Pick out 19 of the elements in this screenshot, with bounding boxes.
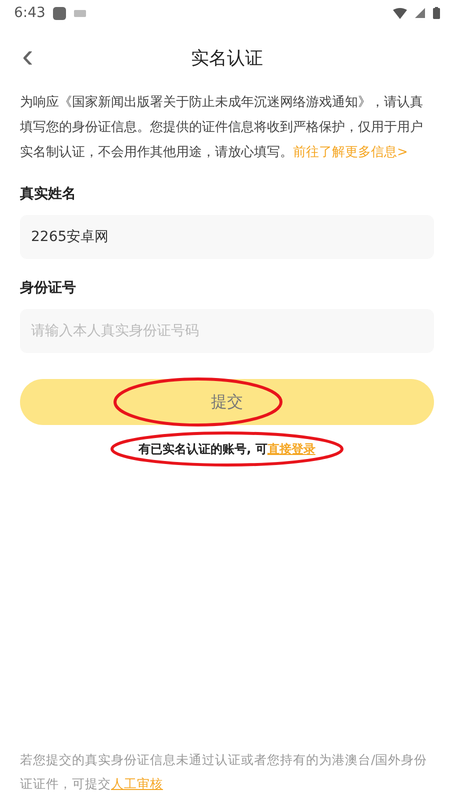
more-info-link[interactable]: 前往了解更多信息> bbox=[293, 145, 408, 160]
login-hint: 有已实名认证的账号, 可直接登录 bbox=[138, 441, 316, 458]
field-label: 真实姓名 bbox=[20, 185, 77, 203]
manual-review-link[interactable]: 人工审核 bbox=[111, 776, 163, 791]
app-notification-icon bbox=[53, 6, 66, 20]
status-time: 6:43 bbox=[14, 5, 46, 21]
keyboard-icon bbox=[74, 10, 86, 16]
direct-login-link[interactable]: 直接登录 bbox=[267, 442, 316, 456]
wifi-icon bbox=[393, 8, 407, 18]
page-title: 实名认证 bbox=[191, 47, 263, 70]
submit-button[interactable]: 提交 bbox=[20, 379, 434, 425]
back-button[interactable]: ‹ bbox=[16, 38, 40, 74]
input-field[interactable]: 2265安卓网 bbox=[20, 215, 434, 259]
footer-note: 若您提交的真实身份证信息未通过认证或者您持有的为港澳台/国外身份证证件，可提交人工审核 bbox=[20, 751, 428, 793]
input-field[interactable]: 请输入本人真实身份证号码 bbox=[20, 309, 434, 353]
field-label: 身份证号 bbox=[20, 279, 77, 297]
notice-text: 为响应《国家新闻出版署关于防止未成年沉迷网络游戏通知》，请认真填写您的身份证信息。您提供的证件信息将收到严格保护，仅用于用户实名制认证，不会用作其他用途，请放心填写。前往了解更多信息> bbox=[20, 94, 424, 162]
battery-icon bbox=[433, 7, 440, 19]
signal-icon bbox=[415, 8, 425, 18]
